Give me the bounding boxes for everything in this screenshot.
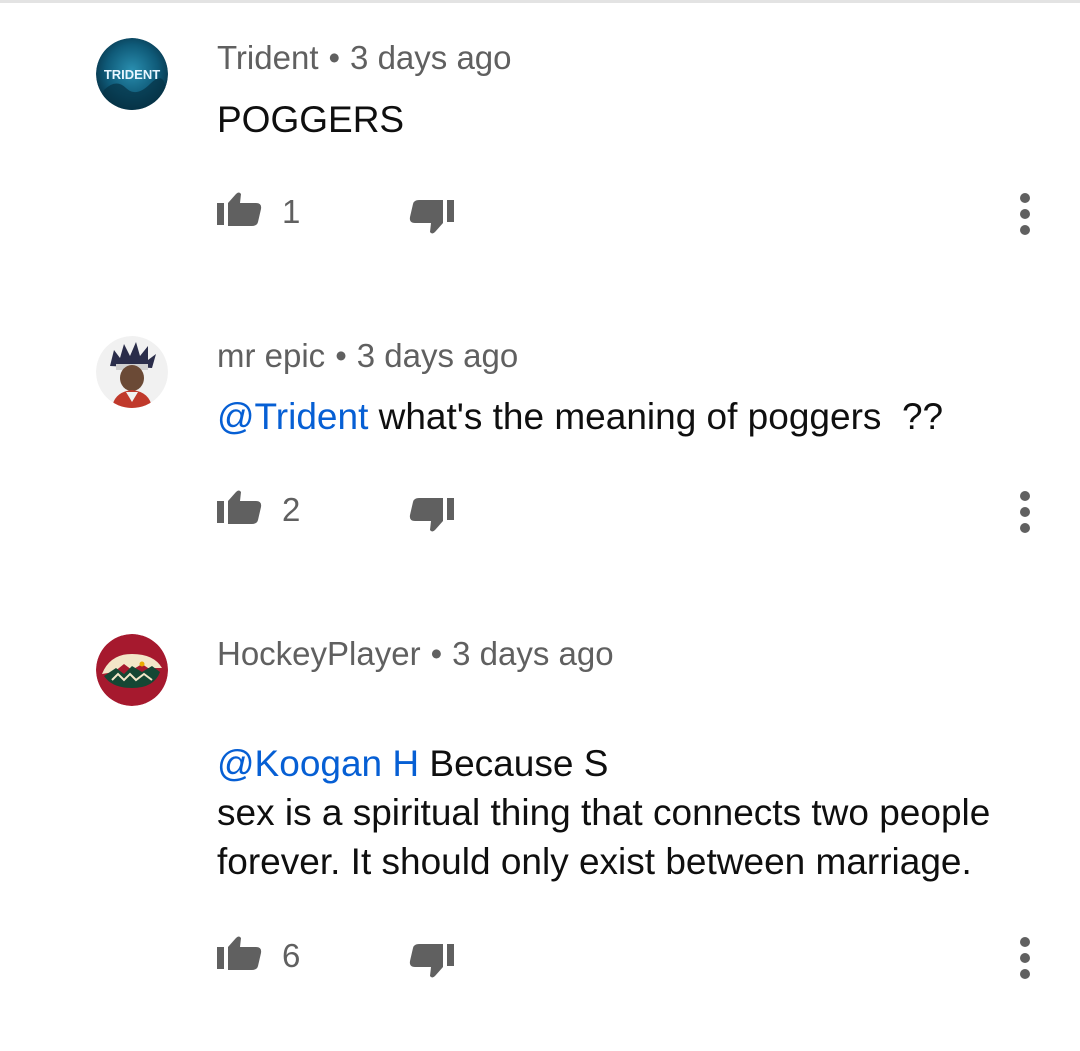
- thumb-up-icon: [217, 936, 262, 970]
- thumb-down-icon: [409, 498, 454, 532]
- comment-body: what's the meaning of poggers ??: [368, 396, 944, 437]
- avatar[interactable]: [96, 634, 168, 706]
- author-name[interactable]: Trident: [217, 39, 318, 76]
- dislike-button[interactable]: [405, 486, 457, 538]
- comment-meta: Trident • 3 days ago: [217, 38, 512, 78]
- like-count: 6: [282, 937, 301, 974]
- author-name[interactable]: HockeyPlayer: [217, 635, 421, 672]
- avatar-image-mr-epic: [96, 336, 168, 408]
- more-vert-icon: [1020, 193, 1030, 235]
- like-button[interactable]: [214, 186, 266, 238]
- meta-separator: •: [335, 337, 347, 374]
- like-button[interactable]: [214, 484, 266, 536]
- comment-actions: 2: [0, 484, 1080, 544]
- meta-separator: •: [430, 635, 443, 672]
- dislike-button[interactable]: [405, 188, 457, 240]
- like-count: 1: [282, 193, 301, 230]
- mention-link[interactable]: @Trident: [217, 396, 368, 437]
- avatar[interactable]: [96, 336, 168, 408]
- author-name[interactable]: mr epic: [217, 337, 325, 374]
- thumb-up-icon: [217, 192, 262, 226]
- thumb-down-icon: [409, 944, 454, 978]
- action-menu-button[interactable]: [1003, 186, 1047, 242]
- thumb-up-icon: [217, 490, 262, 524]
- comment-time[interactable]: 3 days ago: [357, 337, 518, 374]
- comment-meta: mr epic • 3 days ago: [217, 336, 518, 376]
- comment-actions: 1: [0, 186, 1080, 246]
- more-vert-icon: [1020, 937, 1030, 979]
- more-vert-icon: [1020, 491, 1030, 533]
- comment-meta: HockeyPlayer • 3 days ago: [217, 634, 614, 674]
- thumb-down-icon: [409, 200, 454, 234]
- comment-text: @Koogan H Because S sex is a spiritual t…: [217, 690, 1037, 886]
- comment-text: @Trident what's the meaning of poggers ?…: [217, 392, 1037, 441]
- comment-time[interactable]: 3 days ago: [350, 39, 511, 76]
- action-menu-button[interactable]: [1003, 484, 1047, 540]
- dislike-button[interactable]: [405, 932, 457, 984]
- meta-separator: •: [328, 39, 341, 76]
- avatar-image-hockeyplayer: [96, 634, 168, 706]
- avatar-image-trident: TRIDENT: [96, 38, 168, 110]
- comment-time[interactable]: 3 days ago: [452, 635, 613, 672]
- comment-text: POGGERS: [217, 95, 1037, 144]
- mention-link[interactable]: @Koogan H: [217, 743, 419, 784]
- action-menu-button[interactable]: [1003, 930, 1047, 986]
- avatar-logo-text: TRIDENT: [104, 67, 160, 82]
- like-count: 2: [282, 491, 301, 528]
- like-button[interactable]: [214, 930, 266, 982]
- avatar[interactable]: TRIDENT: [96, 38, 168, 110]
- comment-actions: 6: [0, 930, 1080, 990]
- comment-body: POGGERS: [217, 99, 405, 140]
- top-divider: [0, 0, 1080, 3]
